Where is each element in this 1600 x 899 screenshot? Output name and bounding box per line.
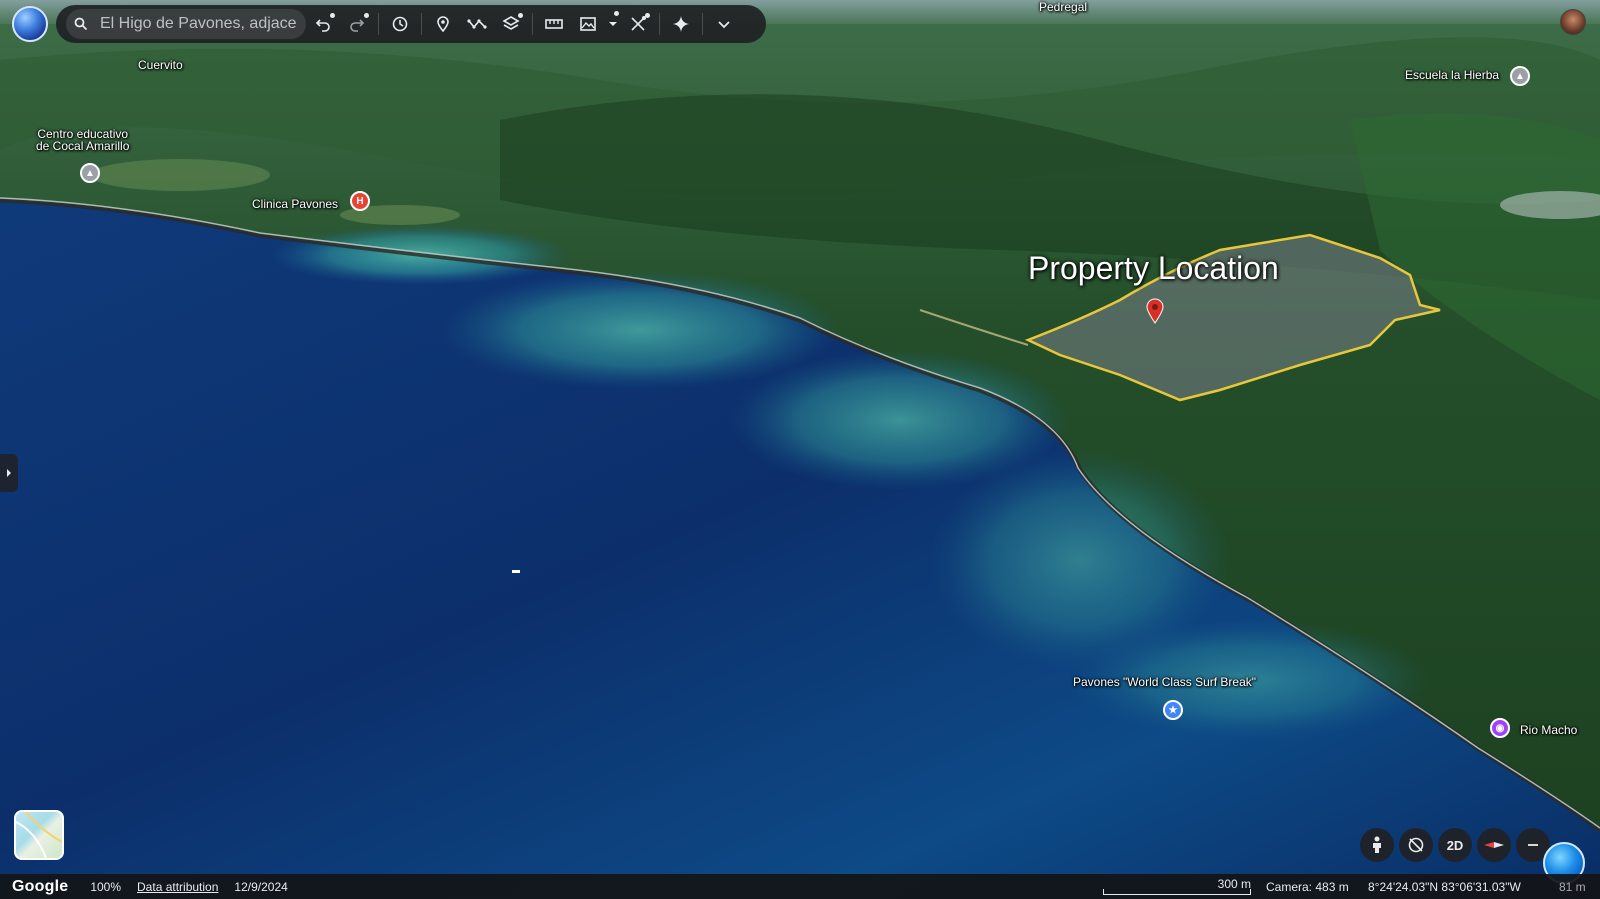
sparkle-icon bbox=[673, 16, 689, 32]
add-placemark-button[interactable] bbox=[426, 7, 460, 41]
street-view-button[interactable] bbox=[1360, 828, 1394, 862]
image-overlay-button[interactable] bbox=[571, 7, 605, 41]
placemark-icon bbox=[437, 16, 449, 33]
redo-icon bbox=[350, 19, 365, 32]
redo-dot bbox=[364, 13, 369, 18]
image-dropdown-button[interactable] bbox=[605, 7, 621, 41]
data-attribution-link[interactable]: Data attribution bbox=[137, 880, 218, 894]
satellite-imagery bbox=[0, 0, 1600, 899]
toolbar-divider bbox=[659, 13, 660, 35]
undo-button[interactable] bbox=[306, 7, 340, 41]
image-icon bbox=[580, 17, 596, 31]
measure-button[interactable] bbox=[621, 7, 655, 41]
map-style-icon bbox=[16, 812, 62, 858]
undo-dot bbox=[330, 13, 335, 18]
compass-icon bbox=[1484, 842, 1504, 848]
school-pin[interactable]: ▲ bbox=[1510, 66, 1530, 86]
poi-pin[interactable]: ◉ bbox=[1490, 718, 1510, 738]
toolbar-divider bbox=[532, 13, 533, 35]
hospital-icon: H bbox=[356, 195, 364, 207]
chevron-down-icon bbox=[718, 21, 730, 29]
place-label-cuervito[interactable]: Cuervito bbox=[138, 58, 183, 72]
caret-down-icon bbox=[609, 22, 617, 26]
avatar[interactable] bbox=[1560, 9, 1586, 35]
search-icon bbox=[74, 17, 88, 31]
place-label-line: de Cocal Amarillo bbox=[36, 139, 130, 153]
place-label-clinica[interactable]: Clinica Pavones bbox=[252, 197, 338, 211]
imagery-date: 12/9/2024 bbox=[234, 879, 288, 894]
scale-line bbox=[1103, 889, 1251, 895]
place-label-escuela[interactable]: Escuela la Hierba bbox=[1405, 68, 1499, 82]
map-style-button[interactable] bbox=[14, 810, 64, 860]
place-label-centro-educativo[interactable]: Centro educativo de Cocal Amarillo bbox=[36, 128, 129, 152]
hospital-pin[interactable]: H bbox=[350, 191, 370, 211]
history-icon bbox=[392, 16, 408, 32]
2d-label: 2D bbox=[1446, 837, 1464, 853]
compass-button[interactable] bbox=[1477, 828, 1511, 862]
minus-icon bbox=[1528, 844, 1538, 846]
place-label-rio-macho[interactable]: Rio Macho bbox=[1520, 723, 1577, 737]
layers-button[interactable] bbox=[494, 7, 528, 41]
camera-altitude: Camera: 483 m bbox=[1266, 880, 1349, 894]
zoom-level: 100% bbox=[90, 879, 122, 894]
ground-elevation: 81 m bbox=[1559, 880, 1586, 894]
more-tools-button[interactable] bbox=[707, 7, 741, 41]
earth-menu-button[interactable] bbox=[12, 6, 48, 42]
map-view[interactable] bbox=[0, 0, 1600, 899]
ruler-icon bbox=[545, 19, 563, 29]
school-icon: ▲ bbox=[1515, 70, 1525, 82]
measure-dot bbox=[645, 13, 650, 18]
path-icon bbox=[467, 19, 487, 29]
search-input[interactable] bbox=[100, 15, 296, 33]
toolbar-divider bbox=[702, 13, 703, 35]
2d-toggle-button[interactable]: 2D bbox=[1438, 828, 1472, 862]
layers-dot bbox=[518, 13, 523, 18]
chevron-right-icon bbox=[7, 469, 11, 477]
status-bar: Google 100% Data attribution 12/9/2024 3… bbox=[0, 874, 1600, 899]
school-icon: ▲ bbox=[85, 167, 95, 179]
tilt-toggle-button[interactable] bbox=[1399, 828, 1433, 862]
ruler-button[interactable] bbox=[537, 7, 571, 41]
place-label-surf-break[interactable]: Pavones "World Class Surf Break" bbox=[1073, 675, 1256, 689]
redo-button[interactable] bbox=[340, 7, 374, 41]
side-panel-toggle[interactable] bbox=[0, 454, 18, 492]
search-box[interactable] bbox=[66, 9, 306, 39]
place-label-pedregal[interactable]: Pedregal bbox=[1039, 0, 1087, 14]
history-button[interactable] bbox=[383, 7, 417, 41]
image-dot bbox=[614, 11, 619, 16]
no-rotate-icon bbox=[1408, 837, 1424, 853]
undo-icon bbox=[315, 19, 330, 32]
draw-path-button[interactable] bbox=[460, 7, 494, 41]
google-logo: Google bbox=[12, 877, 69, 895]
toolbar bbox=[56, 5, 766, 43]
coordinates-readout: 8°24'24.03"N 83°06'31.03"W bbox=[1368, 880, 1521, 894]
star-icon: ★ bbox=[1168, 704, 1178, 716]
measure-icon bbox=[631, 16, 646, 31]
property-label[interactable]: Property Location bbox=[1028, 250, 1279, 287]
toolbar-divider bbox=[421, 13, 422, 35]
property-pin[interactable] bbox=[1145, 298, 1165, 324]
gemini-button[interactable] bbox=[664, 7, 698, 41]
toolbar-divider bbox=[378, 13, 379, 35]
camera-icon: ◉ bbox=[1495, 722, 1505, 734]
school-pin[interactable]: ▲ bbox=[80, 163, 100, 183]
layers-icon bbox=[502, 16, 520, 30]
attraction-pin[interactable]: ★ bbox=[1163, 700, 1183, 720]
pegman-icon bbox=[1373, 836, 1381, 853]
scale-bar: 300 m bbox=[1103, 875, 1251, 897]
